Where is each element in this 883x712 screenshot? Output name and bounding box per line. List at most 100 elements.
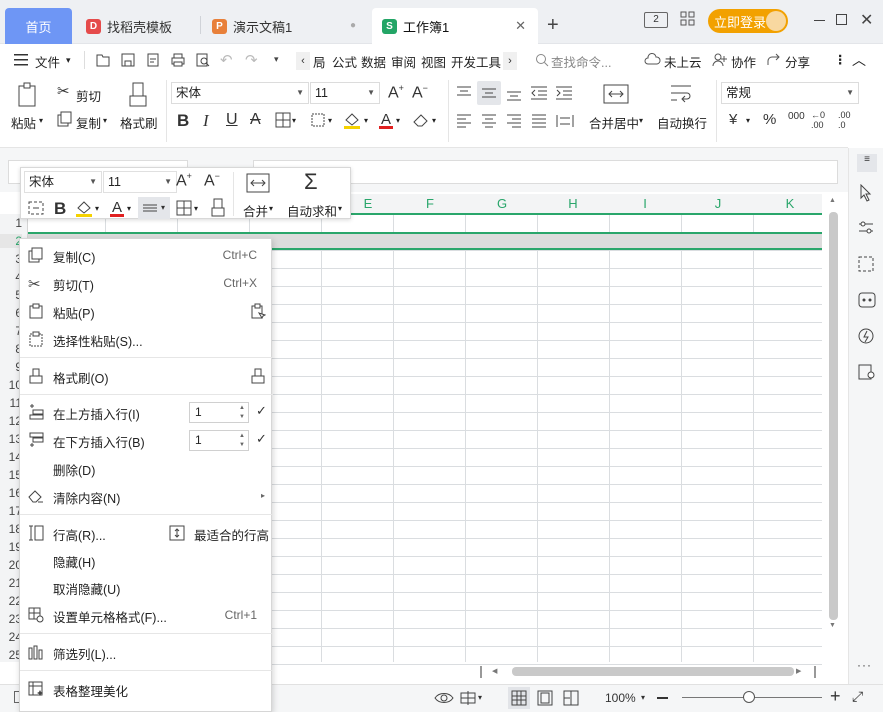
mini-increase-font-icon[interactable]: A+: [176, 172, 192, 189]
menu-formula[interactable]: 公式: [332, 52, 357, 71]
distributed-align-icon[interactable]: [556, 114, 574, 128]
currency-icon[interactable]: ¥: [729, 112, 737, 127]
increase-font-icon[interactable]: A+: [388, 84, 404, 101]
spin-up-icon[interactable]: ▲: [239, 405, 245, 412]
open-file-icon[interactable]: [95, 52, 111, 68]
mini-font-name-select[interactable]: 宋体 ▼: [24, 171, 102, 193]
copy-button[interactable]: 复制: [76, 113, 101, 132]
tab-workbook[interactable]: S 工作簿1 ✕: [372, 8, 538, 44]
vertical-scroll-thumb[interactable]: [829, 212, 838, 620]
format-painter-button[interactable]: 格式刷: [120, 113, 158, 132]
decrease-indent-icon[interactable]: [530, 86, 548, 100]
collapse-ribbon-icon[interactable]: ︿: [852, 50, 866, 70]
mini-merge-dropdown-icon[interactable]: ▾: [269, 204, 273, 213]
decrease-decimal-icon[interactable]: .00.0: [838, 110, 851, 130]
bold-icon[interactable]: B: [177, 112, 189, 129]
column-header[interactable]: G: [484, 196, 520, 211]
mini-fill-color-icon[interactable]: [75, 198, 93, 218]
maximize-icon[interactable]: [836, 14, 847, 25]
mini-decrease-font-icon[interactable]: A−: [204, 172, 220, 189]
book-icon[interactable]: [858, 364, 876, 380]
mini-fill-dropdown-icon[interactable]: ▾: [95, 204, 99, 213]
align-right-icon[interactable]: [506, 114, 522, 128]
mini-bold-icon[interactable]: B: [54, 200, 66, 217]
borders-dropdown-icon[interactable]: ▾: [292, 116, 296, 125]
file-dropdown-icon[interactable]: ▾: [66, 55, 71, 66]
menu-item-paste[interactable]: 粘贴(P): [20, 298, 273, 324]
best-fit-row-height-button[interactable]: 最适合的行高: [165, 520, 273, 546]
mini-borders-dropdown-icon[interactable]: ▾: [194, 204, 198, 213]
column-header[interactable]: K: [772, 196, 808, 211]
print-preview-icon[interactable]: [195, 52, 211, 68]
horizontal-scrollbar[interactable]: ◀ ▶: [476, 662, 822, 682]
more-options-icon[interactable]: ⋮: [834, 52, 847, 67]
menu-item-format-painter[interactable]: 格式刷(O): [20, 363, 273, 389]
mini-merge-button[interactable]: 合并: [243, 201, 268, 220]
font-name-select[interactable]: 宋体 ▼: [171, 82, 309, 104]
copy-dropdown-icon[interactable]: ▾: [103, 116, 107, 125]
apps-grid-icon[interactable]: [680, 11, 696, 27]
spin-down-icon[interactable]: ▼: [239, 442, 245, 449]
fullscreen-icon[interactable]: ⤢: [852, 688, 863, 705]
mini-autosum-button[interactable]: 自动求和: [287, 201, 337, 220]
share-button[interactable]: 分享: [785, 52, 810, 71]
zoom-level[interactable]: 100%: [605, 691, 636, 705]
command-search-input[interactable]: 查找命令...: [551, 52, 611, 71]
ai-assistant-icon[interactable]: [858, 292, 876, 308]
menu-developer[interactable]: 开发工具: [451, 52, 501, 71]
tab-ppt[interactable]: P 演示文稿1 ●: [202, 8, 368, 44]
menu-item-delete[interactable]: 删除(D): [20, 455, 273, 481]
menu-item-beautify[interactable]: 表格整理美化: [20, 676, 273, 702]
mini-font-color-icon[interactable]: A: [109, 198, 125, 218]
clear-dropdown-icon[interactable]: ▾: [432, 116, 436, 125]
auto-wrap-button[interactable]: 自动换行: [657, 113, 707, 132]
mini-autosum-dropdown-icon[interactable]: ▾: [338, 204, 342, 213]
align-left-icon[interactable]: [456, 114, 472, 128]
panel-collapse-icon[interactable]: ≡: [857, 154, 877, 172]
mini-align-middle-icon[interactable]: ▾: [138, 197, 170, 219]
row-header[interactable]: 1: [0, 216, 22, 230]
scroll-left-icon[interactable]: ◀: [492, 667, 497, 675]
tab-home[interactable]: 首页: [5, 8, 72, 44]
italic-icon[interactable]: I: [203, 112, 209, 129]
percent-icon[interactable]: %: [763, 112, 776, 127]
align-middle-icon[interactable]: [477, 81, 501, 105]
align-center-icon[interactable]: [481, 114, 497, 128]
more-panel-icon[interactable]: ···: [857, 658, 872, 672]
justify-icon[interactable]: [531, 114, 547, 128]
close-tab-icon[interactable]: ✕: [515, 18, 526, 34]
window-count-icon[interactable]: 2: [644, 12, 668, 28]
align-bottom-icon[interactable]: [506, 86, 522, 102]
fill-style-dropdown-icon[interactable]: ▾: [328, 116, 332, 125]
menu-item-insert-below[interactable]: 在下方插入行(B) 1 ▲ ▼ ✓: [20, 427, 273, 453]
read-mode-icon[interactable]: [460, 690, 476, 706]
new-tab-icon[interactable]: +: [547, 14, 559, 37]
menu-review[interactable]: 审阅: [391, 52, 416, 71]
font-size-select[interactable]: 11 ▼: [310, 82, 380, 104]
scroll-right-icon[interactable]: ▶: [796, 667, 801, 675]
increase-indent-icon[interactable]: [555, 86, 573, 100]
transform-icon[interactable]: [858, 256, 874, 272]
cloud-status-button[interactable]: 未上云: [664, 52, 702, 71]
zoom-slider-thumb[interactable]: [743, 691, 755, 703]
hamburger-icon[interactable]: [14, 54, 28, 66]
paste-dropdown-icon[interactable]: ▾: [39, 116, 43, 125]
menu-item-cut[interactable]: ✂ 剪切(T) Ctrl+X: [20, 270, 273, 296]
menu-item-clear-content[interactable]: 清除内容(N) ▸: [20, 483, 273, 509]
quick-access-more-icon[interactable]: ▾: [274, 54, 279, 65]
page-layout-icon[interactable]: [537, 690, 553, 706]
menu-item-cell-format[interactable]: 设置单元格格式(F)... Ctrl+1: [20, 602, 273, 628]
menu-item-hide[interactable]: 隐藏(H): [20, 547, 273, 573]
menu-scroll-right-icon[interactable]: ›: [503, 52, 517, 70]
thousands-separator-icon[interactable]: 000: [788, 112, 805, 122]
menu-item-filter-column[interactable]: 筛选列(L)...: [20, 639, 273, 665]
menu-layout[interactable]: 局: [313, 52, 326, 71]
insert-below-count-input[interactable]: 1 ▲ ▼: [189, 430, 249, 451]
insert-above-count-input[interactable]: 1 ▲ ▼: [189, 402, 249, 423]
eraser-icon[interactable]: [412, 112, 430, 128]
tab-daoke[interactable]: D 找稻壳模板: [76, 8, 198, 44]
export-pdf-icon[interactable]: [145, 52, 161, 68]
horizontal-scroll-thumb[interactable]: [512, 667, 794, 676]
menu-scroll-left-icon[interactable]: ‹: [296, 52, 310, 70]
fill-color-dropdown-icon[interactable]: ▾: [364, 116, 368, 125]
